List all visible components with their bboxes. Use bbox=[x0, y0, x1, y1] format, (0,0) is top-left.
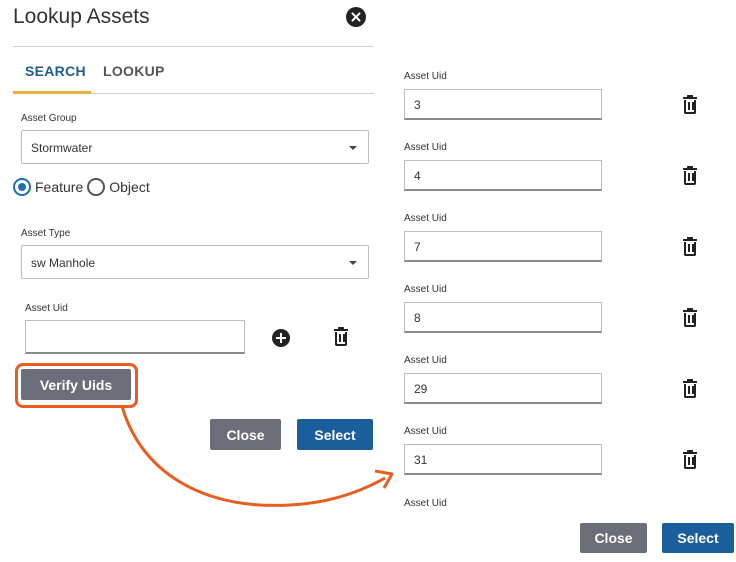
uid-row-input[interactable]: 8 bbox=[404, 302, 602, 333]
asset-group-select[interactable]: Stormwater bbox=[21, 130, 369, 164]
close-button-secondary[interactable]: Close bbox=[580, 523, 647, 553]
trash-icon[interactable] bbox=[683, 379, 697, 398]
uid-list-trailing-label: Asset Uid bbox=[404, 498, 447, 509]
trash-icon[interactable] bbox=[683, 166, 697, 185]
uid-row-label: Asset Uid bbox=[404, 426, 447, 437]
asset-uid-label: Asset Uid bbox=[25, 303, 68, 314]
radio-object-label: Object bbox=[109, 179, 150, 195]
add-icon[interactable] bbox=[272, 329, 290, 347]
asset-type-label: Asset Type bbox=[21, 228, 71, 239]
tab-lookup[interactable]: LOOKUP bbox=[103, 63, 165, 79]
close-icon[interactable] bbox=[346, 7, 366, 27]
active-tab-indicator bbox=[13, 91, 91, 94]
uid-row-label: Asset Uid bbox=[404, 284, 447, 295]
title-divider bbox=[13, 46, 374, 47]
asset-type-value: sw Manhole bbox=[31, 256, 96, 270]
asset-kind-radio-group: Feature Object bbox=[13, 178, 154, 196]
trash-icon[interactable] bbox=[683, 237, 697, 256]
tab-search[interactable]: SEARCH bbox=[25, 63, 86, 79]
uid-row-label: Asset Uid bbox=[404, 142, 447, 153]
annotation-arrow bbox=[120, 405, 394, 507]
radio-object[interactable] bbox=[87, 178, 106, 196]
trash-icon[interactable] bbox=[683, 95, 697, 114]
select-button[interactable]: Select bbox=[297, 419, 373, 450]
trash-icon[interactable] bbox=[683, 308, 697, 327]
asset-type-select[interactable]: sw Manhole bbox=[21, 245, 369, 279]
asset-group-label: Asset Group bbox=[21, 113, 77, 124]
uid-row-input[interactable]: 4 bbox=[404, 160, 602, 191]
uid-row-label: Asset Uid bbox=[404, 71, 447, 82]
uid-row-input[interactable]: 29 bbox=[404, 373, 602, 404]
uid-row-input[interactable]: 31 bbox=[404, 444, 602, 475]
uid-row-input[interactable]: 7 bbox=[404, 231, 602, 262]
chevron-down-icon bbox=[349, 146, 357, 150]
dialog-title: Lookup Assets bbox=[13, 5, 150, 28]
arrow-head bbox=[374, 469, 394, 489]
close-button[interactable]: Close bbox=[210, 419, 281, 450]
verify-uids-button[interactable]: Verify Uids bbox=[21, 369, 131, 400]
chevron-down-icon bbox=[349, 261, 357, 265]
trash-icon[interactable] bbox=[334, 327, 348, 346]
asset-group-value: Stormwater bbox=[31, 141, 93, 155]
uid-row-input[interactable]: 3 bbox=[404, 89, 602, 120]
select-button-secondary[interactable]: Select bbox=[662, 523, 734, 553]
uid-row-label: Asset Uid bbox=[404, 213, 447, 224]
asset-uid-input[interactable] bbox=[25, 320, 245, 354]
radio-feature-label: Feature bbox=[35, 179, 84, 195]
uid-row-label: Asset Uid bbox=[404, 355, 447, 366]
tab-divider bbox=[91, 93, 374, 94]
trash-icon[interactable] bbox=[683, 450, 697, 469]
radio-feature[interactable] bbox=[13, 178, 31, 196]
